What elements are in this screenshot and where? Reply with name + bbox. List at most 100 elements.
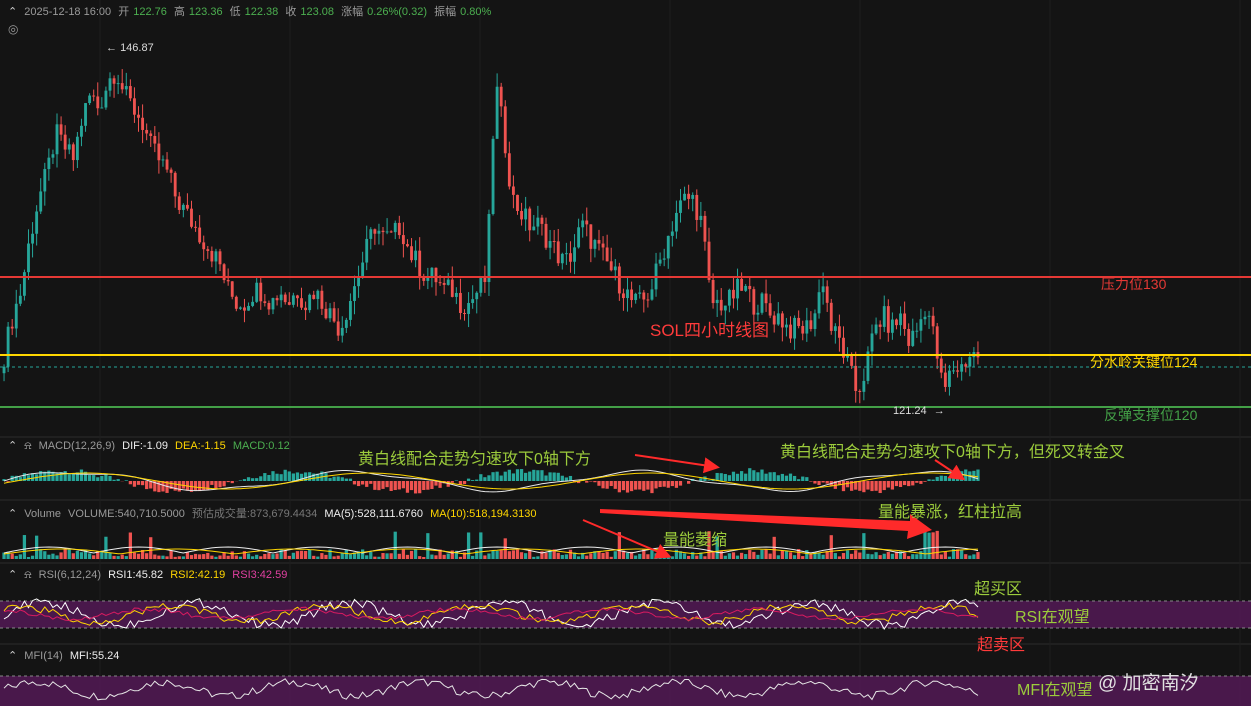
volume-bar <box>568 549 573 559</box>
macd-bar <box>418 481 422 494</box>
volume-bar <box>744 554 748 559</box>
macd-bar <box>198 481 202 492</box>
macd-bar <box>670 481 674 487</box>
macd-bar <box>540 470 544 481</box>
macd-bar <box>943 475 947 481</box>
support-label: 反弹支撑位120 <box>1104 407 1198 423</box>
candle-body <box>511 186 515 195</box>
volume-shrink-arrow <box>582 519 672 559</box>
candle-body <box>748 285 752 290</box>
candle-body <box>479 276 483 293</box>
macd-bar <box>479 474 483 481</box>
dea-value: DEA:-1.15 <box>175 440 226 452</box>
volume-bar <box>780 550 784 559</box>
chevron-icon[interactable]: ⌃ <box>8 6 17 18</box>
volume-bar <box>132 552 137 559</box>
pivot-label: 分水岭关键位124 <box>1090 354 1198 370</box>
candle-body <box>593 240 597 249</box>
bell-icon[interactable]: ⍾ <box>24 440 31 452</box>
macd-bar <box>532 469 536 481</box>
chevron-icon[interactable]: ⌃ <box>8 508 17 520</box>
oversold-label: 超卖区 <box>977 637 1026 654</box>
volume-bar <box>862 533 866 559</box>
volume-bar <box>418 556 422 559</box>
volume-bar <box>947 556 952 559</box>
macd-bar <box>585 481 589 483</box>
candle-body <box>960 364 964 372</box>
volume-bar <box>153 554 157 559</box>
candle-body <box>88 95 92 104</box>
candle-body <box>287 302 291 305</box>
candle-body <box>613 266 617 271</box>
candle-body <box>210 250 214 262</box>
volume-bar <box>189 555 194 559</box>
chevron-icon[interactable]: ⌃ <box>8 569 17 581</box>
candle-body <box>634 293 638 301</box>
macd-bar <box>907 481 911 487</box>
volume-bar <box>564 554 569 559</box>
volume-bar <box>499 550 503 559</box>
candle-body <box>47 157 51 170</box>
macd-bar <box>947 477 952 481</box>
volume-bar <box>735 555 740 559</box>
macd-bar <box>271 471 275 481</box>
macd-bar <box>328 478 332 481</box>
candle-body <box>895 319 898 326</box>
candle-body <box>100 107 104 109</box>
volume-bar <box>536 556 540 559</box>
rsi1-value: RSI1:45.82 <box>108 569 164 581</box>
macd-pane <box>2 468 980 494</box>
volume-bar <box>760 549 764 559</box>
candle-body <box>116 83 120 85</box>
candle-body <box>226 280 230 282</box>
candle-body <box>149 133 153 137</box>
volume-bar <box>71 553 75 559</box>
candle-body <box>817 292 821 314</box>
candle-body <box>956 370 960 372</box>
macd-bar <box>385 481 389 488</box>
candle-body <box>84 103 87 126</box>
macd-bar <box>275 473 279 481</box>
volume-bar <box>727 553 732 559</box>
candle-body <box>124 86 128 90</box>
macd-bar <box>780 473 784 481</box>
volume-bar <box>385 553 389 559</box>
macd-bar <box>79 469 84 481</box>
candle-body <box>622 293 625 299</box>
candle-body <box>573 247 576 262</box>
macd-bar <box>422 481 426 491</box>
candle-body <box>230 281 234 297</box>
macd-bar <box>536 470 540 481</box>
macd-bar <box>976 469 980 481</box>
macd-bar <box>548 472 552 481</box>
candle-body <box>564 253 568 255</box>
volume-pane <box>2 529 980 559</box>
macd-bar <box>666 481 670 488</box>
macd-bar <box>287 471 291 481</box>
macd-bar <box>511 473 516 481</box>
bell-icon[interactable]: ⍾ <box>24 569 31 581</box>
volume-bar <box>169 550 173 559</box>
macd-bar <box>556 472 560 481</box>
candle-body <box>524 208 528 220</box>
macd-bar <box>515 469 520 481</box>
macd-bar <box>263 473 267 481</box>
volume-bar <box>43 551 47 559</box>
volume-bar <box>829 535 833 559</box>
macd-bar <box>654 481 658 489</box>
chevron-icon[interactable]: ⌃ <box>8 440 17 452</box>
overbought-label: 超买区 <box>974 581 1023 598</box>
macd-bar <box>801 476 805 481</box>
macd-bar <box>230 481 234 484</box>
settings-circle-icon[interactable]: ◎ <box>8 22 18 36</box>
candle-body <box>605 247 609 262</box>
macd-bar <box>132 481 137 487</box>
volume-bar <box>377 556 381 559</box>
macd-bar <box>324 473 328 481</box>
candle-body <box>943 372 947 387</box>
candle-body <box>666 235 670 259</box>
chevron-icon[interactable]: ⌃ <box>8 650 17 662</box>
macd-bar <box>805 477 809 481</box>
candle-body <box>173 172 177 197</box>
volume-bar <box>389 553 393 559</box>
